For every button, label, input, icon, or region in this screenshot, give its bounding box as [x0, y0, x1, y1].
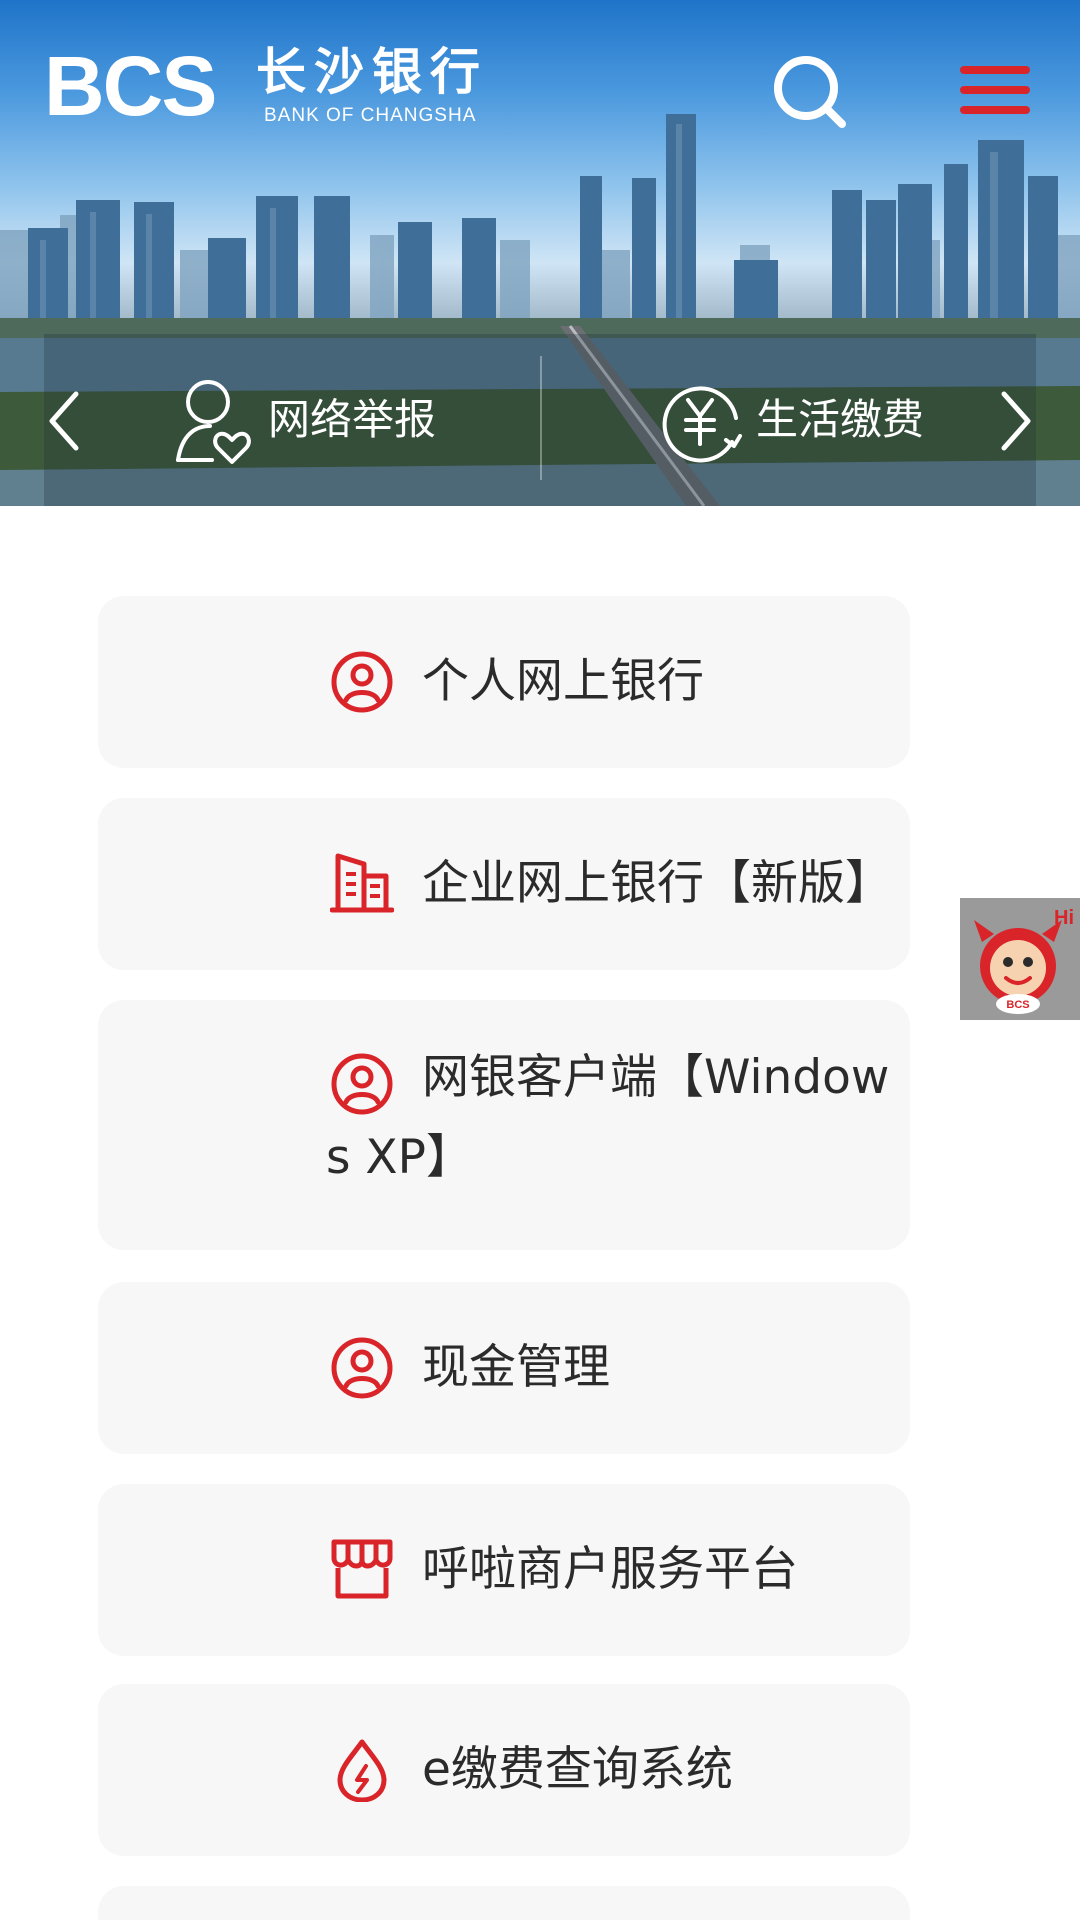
menu-bar [960, 86, 1030, 94]
quick-link-report[interactable]: 网络举报 [172, 372, 436, 468]
quick-links-divider [540, 356, 542, 480]
card-hula-merchant-platform[interactable]: 呼啦商户服务平台 [98, 1484, 910, 1656]
menu-bar [960, 66, 1030, 74]
hero-banner: BCS 长沙银行 BANK OF CHANGSHA 网络举报 生活缴费 [0, 0, 1080, 506]
logo-mark: BCS [44, 39, 217, 133]
quick-link-label: 生活缴费 [756, 395, 925, 444]
bank-name-en: BANK OF CHANGSHA [264, 105, 477, 126]
hamburger-menu-icon[interactable] [958, 62, 1032, 118]
menu-bar [960, 106, 1030, 114]
person-circle-icon [331, 651, 393, 713]
bank-logo[interactable]: BCS 长沙银行 BANK OF CHANGSHA [44, 36, 504, 136]
bank-name-cn: 长沙银行 [256, 43, 488, 101]
chevron-left-icon[interactable] [44, 388, 84, 454]
card-label: 企业网上银行【新版】 [422, 856, 892, 911]
building-icon [330, 853, 394, 913]
card-corporate-online-banking[interactable]: 企业网上银行【新版】 [98, 798, 910, 970]
person-circle-icon [331, 1337, 393, 1399]
card-label: 个人网上银行 [422, 654, 704, 709]
card-e-payment-query[interactable]: e缴费查询系统 [98, 1684, 910, 1856]
quick-link-payment[interactable]: 生活缴费 [660, 372, 924, 468]
mascot-badge: BCS [1006, 999, 1029, 1011]
card-label: 呼啦商户服务平台 [422, 1542, 798, 1597]
yuan-payment-icon [662, 386, 742, 463]
card-personal-online-banking[interactable]: 个人网上银行 [98, 596, 910, 768]
search-icon[interactable] [770, 52, 850, 132]
user-heart-report-icon [176, 380, 251, 464]
storefront-icon [331, 1539, 393, 1599]
drop-lightning-icon [337, 1739, 387, 1802]
card-cash-management[interactable]: 现金管理 [98, 1282, 910, 1454]
mascot-icon: BCS Hi [974, 907, 1074, 1014]
mascot-floating-button[interactable]: BCS Hi [960, 898, 1080, 1020]
card-netbank-client-winxp[interactable]: 网银客户端【Windows XP】 [98, 1000, 910, 1250]
card-label: e缴费查询系统 [422, 1742, 733, 1797]
mascot-greeting: Hi [1054, 907, 1074, 929]
quick-link-label: 网络举报 [268, 395, 437, 444]
card-label: 现金管理 [422, 1340, 610, 1395]
chevron-right-icon[interactable] [996, 388, 1036, 454]
card-label: 网银客户端【Windows XP】 [326, 1050, 890, 1185]
card-partial-next[interactable] [98, 1886, 910, 1920]
